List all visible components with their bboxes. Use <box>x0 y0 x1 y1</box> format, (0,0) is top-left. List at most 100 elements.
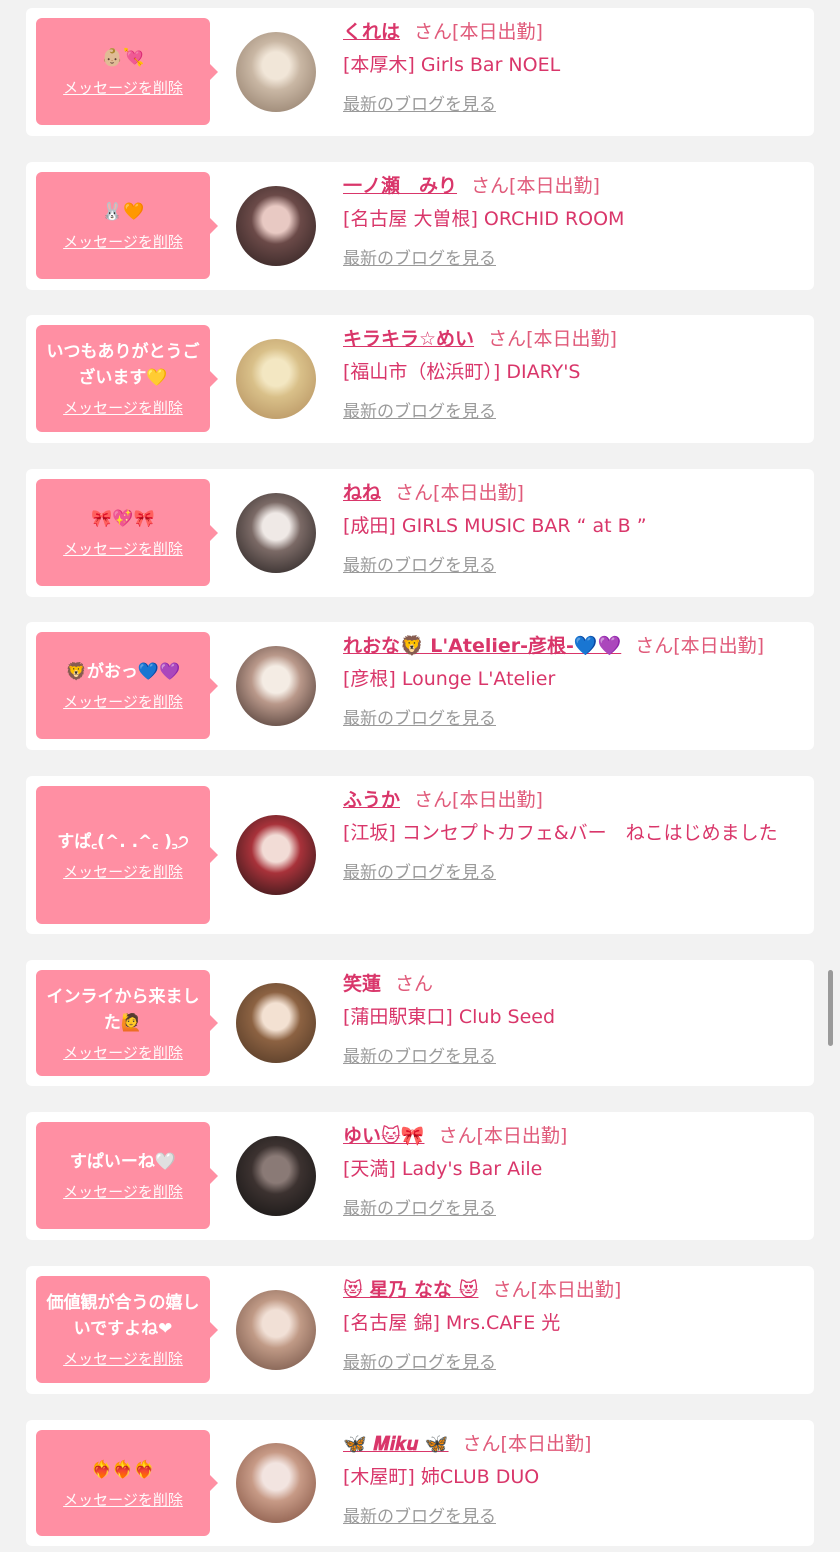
shop-name: [木屋町] 姉CLUB DUO <box>343 1466 540 1488</box>
cast-name-link[interactable]: くれは <box>343 21 400 43</box>
message-text: 🎀💖🎀 <box>91 509 155 529</box>
message-text: すぱいーね🤍 <box>69 1152 177 1172</box>
cast-card: すぱ꜀(^. .^꜀ )꜆੭ メッセージを削除 ふうか さん[本日出勤] [江坂] コン… <box>26 776 814 934</box>
message-text: 価値観が合うの嬉しいですよね❤ <box>46 1293 200 1339</box>
cast-card: 🦁がおっ💙💜 メッセージを削除 れおな🦁 L'Atelier-彦根-💙💜 さん[本日出… <box>26 622 814 750</box>
honorific: さん <box>471 175 510 197</box>
honorific: さん <box>395 482 434 504</box>
cast-info: 😻 星乃 なな 😻 さん[本日出勤] [名古屋 錦] Mrs.CAFE 光最新のブロ… <box>343 1275 792 1373</box>
latest-blog-link[interactable]: 最新のブログを見る <box>343 1348 496 1373</box>
name-line: 一ノ瀬 みり さん[本日出勤] <box>343 171 792 201</box>
latest-blog-link[interactable]: 最新のブログを見る <box>343 704 496 729</box>
name-line: ねね さん[本日出勤] <box>343 478 792 508</box>
avatar[interactable] <box>236 1443 316 1523</box>
cast-name-link[interactable]: ねね <box>343 482 381 504</box>
delete-message-link[interactable]: メッセージを削除 <box>63 1348 183 1369</box>
honorific: さん <box>492 1279 531 1301</box>
avatar[interactable] <box>236 186 316 266</box>
avatar[interactable] <box>236 983 316 1063</box>
cast-info: くれは さん[本日出勤] [本厚木] Girls Bar NOEL 最新のブログを見る <box>343 17 792 115</box>
name-line: 笑蓮 さん <box>343 969 792 999</box>
cast-name-link[interactable]: ふうか <box>343 789 400 811</box>
avatar[interactable] <box>236 646 316 726</box>
avatar[interactable] <box>236 1136 316 1216</box>
avatar[interactable] <box>236 1290 316 1370</box>
cast-name-link[interactable]: ゆい🐱🎀 <box>343 1125 424 1147</box>
message-bubble: すぱ꜀(^. .^꜀ )꜆੭ メッセージを削除 <box>36 786 218 924</box>
cast-name-link[interactable]: キラキラ☆めい <box>343 328 474 350</box>
shop-name: [蒲田駅東口] Club Seed <box>343 1006 556 1028</box>
name-line: 😻 星乃 なな 😻 さん[本日出勤] <box>343 1275 792 1305</box>
message-bubble: 👶🏼💘 メッセージを削除 <box>36 18 218 125</box>
avatar[interactable] <box>236 32 316 112</box>
cast-info: 一ノ瀬 みり さん[本日出勤] [名古屋 大曽根] ORCHID ROOM 最新のブロ… <box>343 171 792 269</box>
message-bubble: 価値観が合うの嬉しいですよね❤ メッセージを削除 <box>36 1276 218 1383</box>
cast-info: れおな🦁 L'Atelier-彦根-💙💜 さん[本日出勤] [彦根] Lounge … <box>343 631 792 729</box>
latest-blog-link[interactable]: 最新のブログを見る <box>343 551 496 576</box>
message-text: すぱ꜀(^. .^꜀ )꜆੭ <box>57 831 189 852</box>
latest-blog-link[interactable]: 最新のブログを見る <box>343 858 496 883</box>
cast-name-link[interactable]: れおな🦁 L'Atelier-彦根-💙💜 <box>343 635 621 657</box>
honorific: さん <box>438 1125 477 1147</box>
message-text: インライから来ました🙋 <box>46 986 200 1033</box>
shop-name: [名古屋 錦] Mrs.CAFE 光 <box>343 1312 561 1334</box>
latest-blog-link[interactable]: 最新のブログを見る <box>343 1042 496 1067</box>
shop-name: [彦根] Lounge L'Atelier <box>343 668 556 690</box>
latest-blog-link[interactable]: 最新のブログを見る <box>343 1194 496 1219</box>
cast-info: キラキラ☆めい さん[本日出勤] [福山市（松浜町）] DIARY'S 最新のブログを… <box>343 324 792 422</box>
name-line: くれは さん[本日出勤] <box>343 17 792 47</box>
cast-info: ふうか さん[本日出勤] [江坂] コンセプトカフェ&バー ねこはじめました 最新のブ… <box>343 785 792 883</box>
cast-card: 価値観が合うの嬉しいですよね❤ メッセージを削除 😻 星乃 なな 😻 さん[本日出勤]… <box>26 1266 814 1394</box>
avatar[interactable] <box>236 339 316 419</box>
attendance-status: [本日出勤] <box>500 1433 592 1455</box>
cast-card: いつもありがとうございます💛 メッセージを削除 キラキラ☆めい さん[本日出勤] [福山… <box>26 315 814 443</box>
delete-message-link[interactable]: メッセージを削除 <box>63 231 183 252</box>
message-bubble: いつもありがとうございます💛 メッセージを削除 <box>36 325 218 432</box>
scrollbar[interactable] <box>828 970 833 1046</box>
honorific: さん <box>414 789 453 811</box>
cast-name-link[interactable]: 😻 星乃 なな 😻 <box>343 1279 478 1301</box>
delete-message-link[interactable]: メッセージを削除 <box>63 1489 183 1510</box>
shop-name: [福山市（松浜町）] DIARY'S <box>343 361 581 383</box>
cast-name-link[interactable]: 🦋 𝑴𝒊𝒌𝒖 🦋 <box>343 1433 449 1455</box>
name-line: 🦋 𝑴𝒊𝒌𝒖 🦋 さん[本日出勤] <box>343 1429 792 1459</box>
name-line: ゆい🐱🎀 さん[本日出勤] <box>343 1121 792 1151</box>
delete-message-link[interactable]: メッセージを削除 <box>63 691 183 712</box>
avatar[interactable] <box>236 493 316 573</box>
cast-card: 👶🏼💘 メッセージを削除 くれは さん[本日出勤] [本厚木] Girls Bar NO… <box>26 8 814 136</box>
delete-message-link[interactable]: メッセージを削除 <box>63 1042 183 1063</box>
cast-name-link: 笑蓮 <box>343 973 382 995</box>
message-bubble: 🐰🧡 メッセージを削除 <box>36 172 218 279</box>
latest-blog-link[interactable]: 最新のブログを見る <box>343 1502 496 1527</box>
shop-name: [江坂] コンセプトカフェ&バー ねこはじめました <box>343 822 778 844</box>
attendance-status: [本日出勤] <box>526 328 617 350</box>
message-bubble: 🎀💖🎀 メッセージを削除 <box>36 479 218 586</box>
cast-info: ねね さん[本日出勤] [成田] GIRLS MUSIC BAR “ at B ” 最… <box>343 478 792 576</box>
message-bubble: すぱいーね🤍 メッセージを削除 <box>36 1122 218 1229</box>
delete-message-link[interactable]: メッセージを削除 <box>63 397 183 418</box>
attendance-status: [本日出勤] <box>673 635 765 657</box>
latest-blog-link[interactable]: 最新のブログを見る <box>343 244 496 269</box>
name-line: ふうか さん[本日出勤] <box>343 785 792 815</box>
shop-name: [天満] Lady's Bar Aile <box>343 1158 543 1180</box>
latest-blog-link[interactable]: 最新のブログを見る <box>343 397 496 422</box>
cast-message-list: 👶🏼💘 メッセージを削除 くれは さん[本日出勤] [本厚木] Girls Bar NO… <box>0 0 840 1552</box>
latest-blog-link[interactable]: 最新のブログを見る <box>343 90 496 115</box>
cast-card: ❤️‍🔥❤️‍🔥❤️‍🔥 メッセージを削除 🦋 𝑴𝒊𝒌𝒖 🦋 さん[本日出勤] [木屋町… <box>26 1420 814 1546</box>
message-text: いつもありがとうございます💛 <box>46 342 200 388</box>
message-bubble: ❤️‍🔥❤️‍🔥❤️‍🔥 メッセージを削除 <box>36 1430 218 1536</box>
attendance-status: [本日出勤] <box>433 482 524 504</box>
honorific: さん <box>488 328 527 350</box>
name-line: れおな🦁 L'Atelier-彦根-💙💜 さん[本日出勤] <box>343 631 792 661</box>
delete-message-link[interactable]: メッセージを削除 <box>63 538 183 559</box>
delete-message-link[interactable]: メッセージを削除 <box>63 77 183 98</box>
delete-message-link[interactable]: メッセージを削除 <box>63 1181 183 1202</box>
cast-name-link[interactable]: 一ノ瀬 みり <box>343 175 457 197</box>
attendance-status: [本日出勤] <box>452 789 543 811</box>
avatar[interactable] <box>236 815 316 895</box>
message-text: 👶🏼💘 <box>101 48 145 68</box>
cast-info: 🦋 𝑴𝒊𝒌𝒖 🦋 さん[本日出勤] [木屋町] 姉CLUB DUO 最新のブログを見る <box>343 1429 792 1527</box>
message-text: 🐰🧡 <box>101 202 145 222</box>
delete-message-link[interactable]: メッセージを削除 <box>63 861 183 882</box>
message-bubble: インライから来ました🙋 メッセージを削除 <box>36 970 218 1076</box>
